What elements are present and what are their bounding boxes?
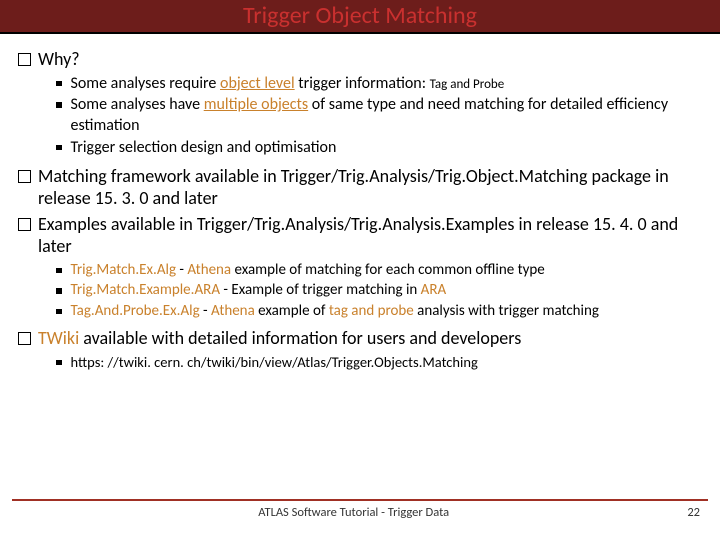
- square-icon: [56, 145, 62, 151]
- bullet-label: Why?: [38, 48, 702, 71]
- sub-item: Some analyses have multiple objects of s…: [56, 95, 702, 137]
- sub-item: Trigger selection design and optimisatio…: [56, 138, 702, 159]
- sub-text: Trig.Match.Example.ARA - Example of trig…: [71, 281, 703, 301]
- sub-list: https: //twiki. cern. ch/twiki/bin/view/…: [56, 353, 702, 372]
- footer: ATLAS Software Tutorial - Trigger Data 2…: [0, 499, 720, 520]
- sub-text: https: //twiki. cern. ch/twiki/bin/view/…: [71, 353, 703, 372]
- bullet-examples: Examples available in Trigger/Trig.Analy…: [18, 213, 702, 258]
- footer-row: ATLAS Software Tutorial - Trigger Data 2…: [0, 505, 720, 520]
- sub-text: Some analyses require object level trigg…: [71, 74, 703, 95]
- sub-item: https: //twiki. cern. ch/twiki/bin/view/…: [56, 353, 702, 372]
- bullet-twiki: TWiki available with detailed informatio…: [18, 327, 702, 350]
- box-icon: [18, 170, 31, 183]
- footer-center: ATLAS Software Tutorial - Trigger Data: [258, 505, 449, 520]
- square-icon: [56, 268, 62, 274]
- box-icon: [18, 218, 31, 231]
- sub-item: Tag.And.Probe.Ex.Alg - Athena example of…: [56, 302, 702, 322]
- footer-page: 22: [687, 505, 700, 520]
- bullet-text: Matching framework available in Trigger/…: [38, 165, 702, 210]
- bullet-text: Examples available in Trigger/Trig.Analy…: [38, 213, 702, 258]
- sub-text: Trigger selection design and optimisatio…: [71, 138, 703, 159]
- sub-text: Some analyses have multiple objects of s…: [71, 95, 703, 137]
- slide-title: Trigger Object Matching: [243, 1, 477, 30]
- bullet-framework: Matching framework available in Trigger/…: [18, 165, 702, 210]
- bullet-why: Why?: [18, 48, 702, 71]
- box-icon: [18, 53, 31, 66]
- sub-text: Trig.Match.Ex.Alg - Athena example of ma…: [71, 261, 703, 281]
- divider-bottom: [12, 499, 708, 501]
- box-icon: [18, 332, 31, 345]
- sub-list: Trig.Match.Ex.Alg - Athena example of ma…: [56, 261, 702, 322]
- sub-item: Trig.Match.Example.ARA - Example of trig…: [56, 281, 702, 301]
- square-icon: [56, 288, 62, 294]
- square-icon: [56, 309, 62, 315]
- bullet-text: TWiki available with detailed informatio…: [38, 327, 702, 350]
- sub-list: Some analyses require object level trigg…: [56, 74, 702, 159]
- slide-content: Why? Some analyses require object level …: [0, 34, 720, 372]
- square-icon: [56, 102, 62, 108]
- sub-item: Trig.Match.Ex.Alg - Athena example of ma…: [56, 261, 702, 281]
- title-bar: Trigger Object Matching: [0, 0, 720, 32]
- square-icon: [56, 81, 62, 87]
- sub-text: Tag.And.Probe.Ex.Alg - Athena example of…: [71, 302, 703, 322]
- sub-item: Some analyses require object level trigg…: [56, 74, 702, 95]
- square-icon: [56, 360, 62, 366]
